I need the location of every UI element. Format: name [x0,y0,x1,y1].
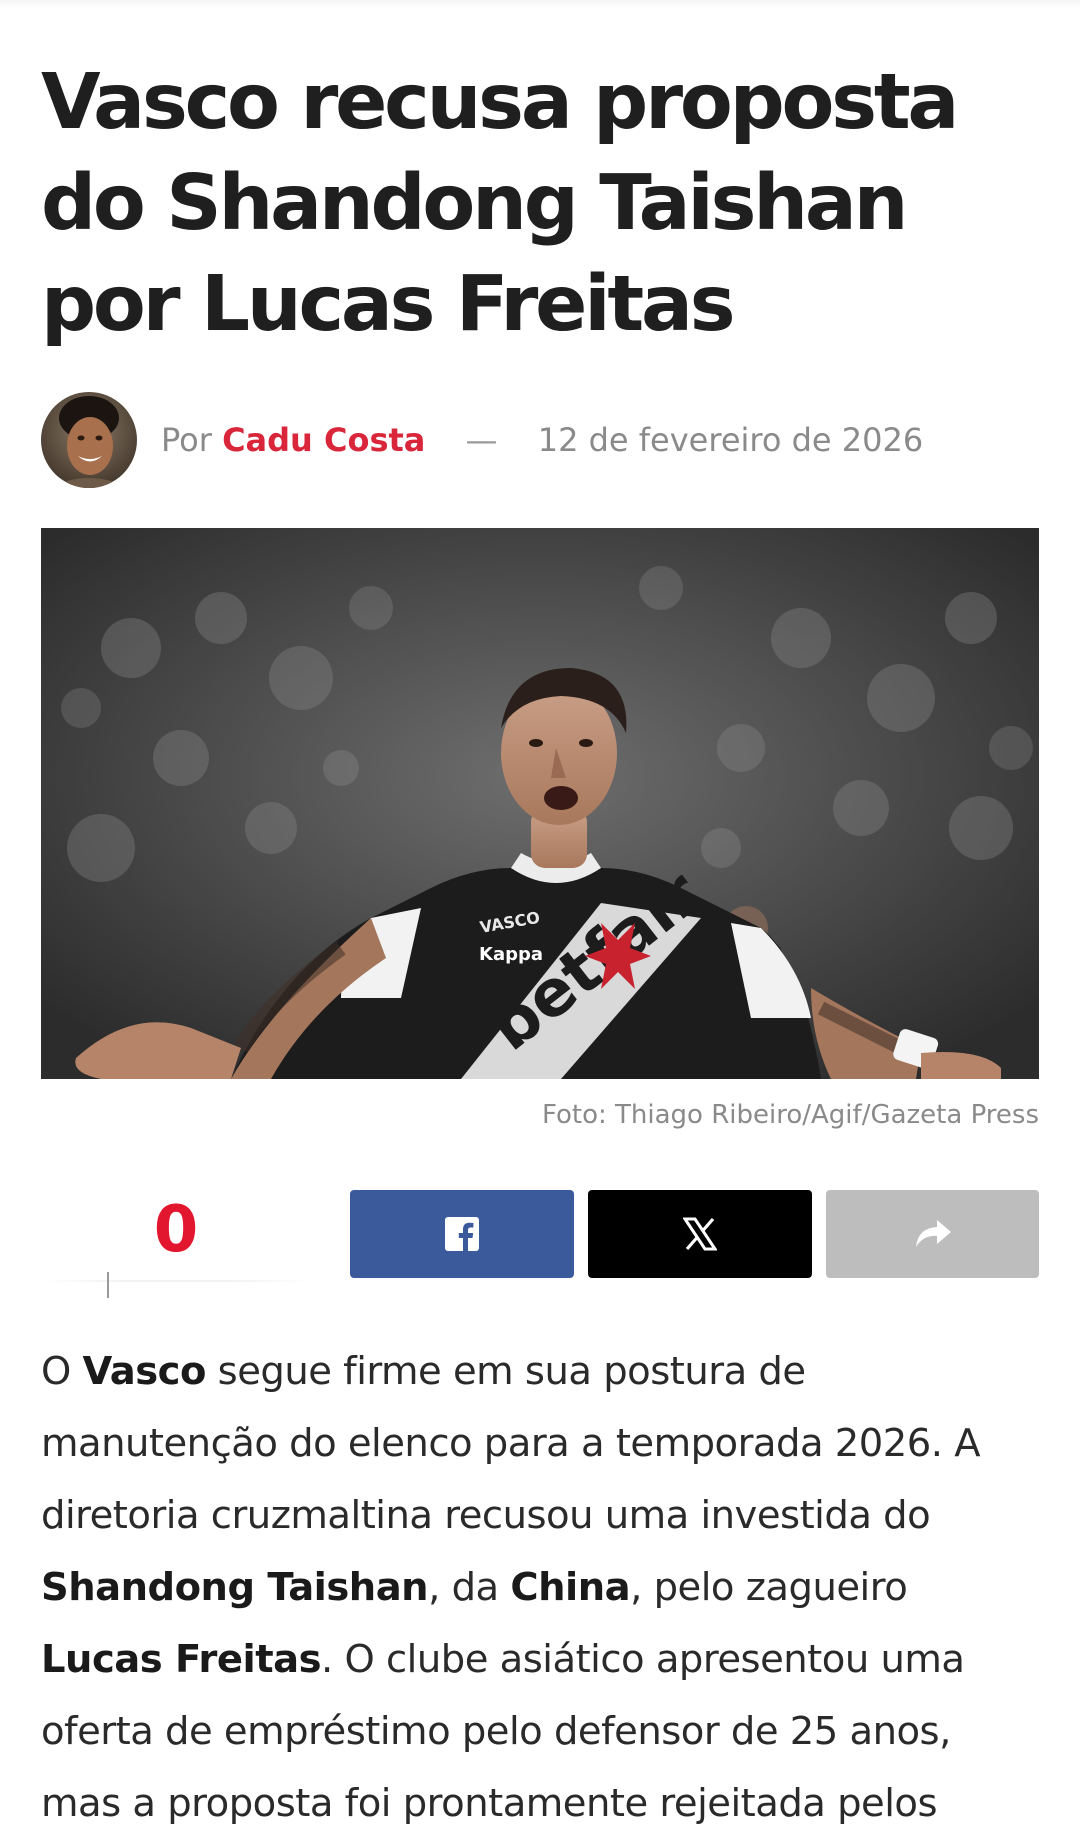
byline-separator: — [465,421,498,459]
hero-image[interactable]: betfair VASCO Kappa [41,528,1039,1079]
article: Vasco recusa proposta do Shandong Taisha… [41,52,1039,1826]
byline-text: Por Cadu Costa — 12 de fevereiro de 2026 [161,421,923,459]
share-arrow-icon [915,1220,951,1247]
more-share-button[interactable] [826,1190,1039,1278]
text-run: , da [428,1565,511,1610]
share-count-tick [107,1272,109,1298]
text-run: O [41,1349,83,1394]
x-icon [683,1217,717,1251]
article-title: Vasco recusa proposta do Shandong Taisha… [41,58,959,349]
share-count: 0 [153,1193,199,1267]
text-run: , pelo zagueiro [630,1565,908,1610]
country-name: China [510,1565,631,1610]
photo-caption: Foto: Thiago Ribeiro/Agif/Gazeta Press [541,1100,1039,1130]
x-share-button[interactable] [588,1190,812,1278]
author-avatar[interactable] [41,392,137,488]
top-shadow [0,0,1080,8]
publish-date: 12 de fevereiro de 2026 [537,421,924,459]
facebook-share-button[interactable] [350,1190,574,1278]
club-link-vasco: Vasco [82,1349,207,1394]
share-counter: 0 [41,1190,311,1300]
share-count-divider [41,1280,311,1282]
facebook-icon [445,1217,479,1251]
article-paragraph: O Vasco segue firme em sua postura de ma… [41,1336,1039,1840]
byline-prefix: Por [161,421,212,459]
player-name: Lucas Freitas [41,1637,322,1682]
byline: Por Cadu Costa — 12 de fevereiro de 2026 [41,390,1039,490]
author-link[interactable]: Cadu Costa [222,421,425,459]
club-name-shandong: Shandong Taishan [41,1565,429,1610]
share-bar: 0 [41,1190,1039,1300]
svg-text:Kappa: Kappa [479,944,543,965]
